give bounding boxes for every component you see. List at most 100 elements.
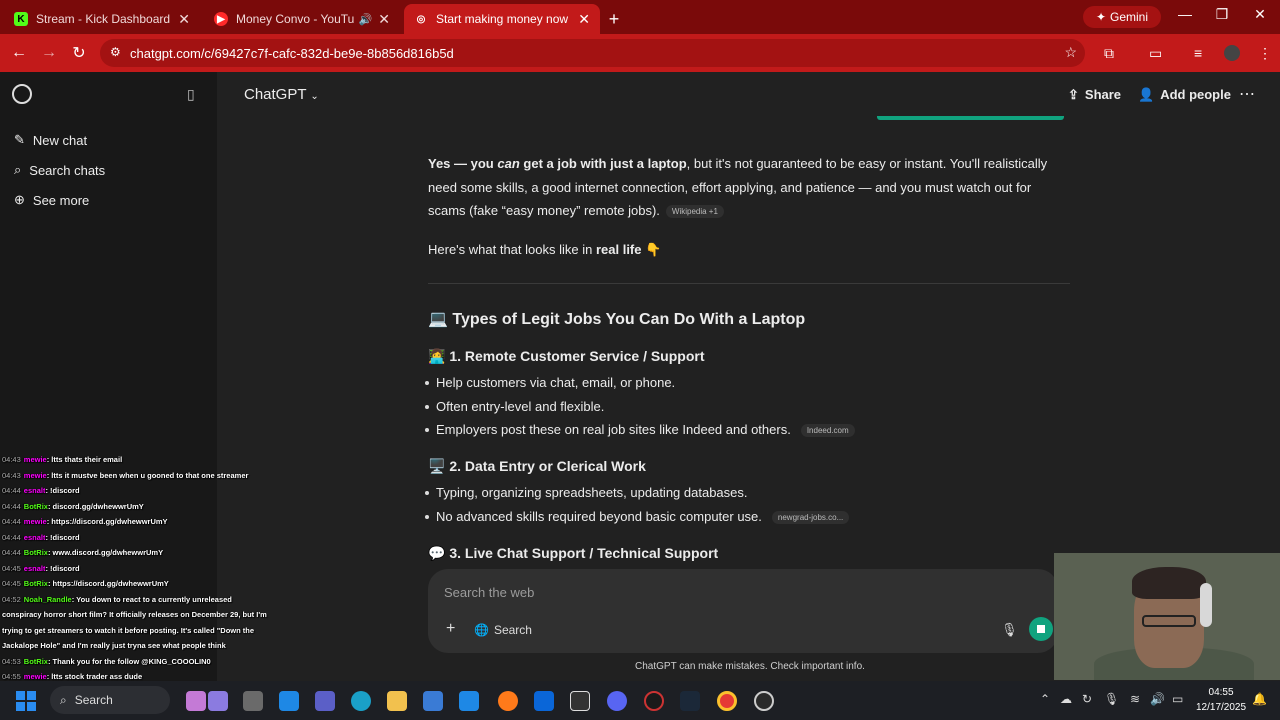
maximize-icon[interactable]: ❐ bbox=[1212, 6, 1232, 23]
citation-chip[interactable]: Indeed.com bbox=[800, 424, 855, 438]
chat-message: trying to get streamers to watch it befo… bbox=[2, 625, 255, 635]
tab-kick-dashboard[interactable]: K Stream - Kick Dashboard ✕ bbox=[4, 4, 200, 34]
firefox-icon[interactable] bbox=[498, 691, 518, 711]
sidebar-item-see-more[interactable]: ⊕ See more bbox=[14, 192, 89, 208]
chevron-up-icon[interactable]: ⌃ bbox=[1040, 692, 1050, 706]
chat-line: 04:44 esnalt: !discord bbox=[2, 486, 80, 495]
assistant-paragraph-2: Here's what that looks like in real life… bbox=[428, 238, 1068, 262]
sidebar-item-label: Search chats bbox=[29, 162, 106, 178]
battery-icon[interactable]: ▭ bbox=[1172, 692, 1183, 706]
forward-icon[interactable]: → bbox=[34, 44, 64, 62]
close-window-icon[interactable]: ✕ bbox=[1250, 6, 1270, 23]
webcam-feed bbox=[1054, 553, 1280, 680]
webcam-hair bbox=[1132, 567, 1206, 599]
tab-youtube[interactable]: ▶ Money Convo - YouTube M 🔊 ✕ bbox=[204, 4, 400, 34]
discord-icon[interactable] bbox=[607, 691, 627, 711]
volume-icon[interactable]: 🔊 bbox=[1150, 692, 1165, 706]
gemini-button[interactable]: ✦ Gemini bbox=[1083, 6, 1161, 28]
url-bar[interactable]: ⚙ chatgpt.com/c/69427c7f-cafc-832d-be9e-… bbox=[100, 39, 1085, 67]
add-people-button[interactable]: 👤 Add people bbox=[1138, 87, 1231, 103]
wifi-icon[interactable]: ≋ bbox=[1130, 692, 1140, 706]
media-icon[interactable]: ≡ bbox=[1194, 45, 1202, 61]
notification-bell-icon[interactable]: 🔔 bbox=[1252, 692, 1267, 706]
taskbar-search[interactable]: ⌕ Search bbox=[50, 686, 170, 714]
openai-logo-icon[interactable] bbox=[12, 84, 32, 104]
chat-timestamp: 04:44 bbox=[2, 548, 21, 557]
chat-line: conspiracy horror short film? It officia… bbox=[2, 610, 267, 619]
model-selector[interactable]: ChatGPT ⌄ bbox=[244, 86, 319, 103]
disclaimer: ChatGPT can make mistakes. Check importa… bbox=[635, 661, 865, 672]
speaker-icon[interactable]: 🔊 bbox=[359, 13, 373, 26]
file-explorer-icon[interactable] bbox=[387, 691, 407, 711]
notion-icon[interactable] bbox=[570, 691, 590, 711]
task-view-icon[interactable] bbox=[243, 691, 263, 711]
chatgpt-app-icon[interactable] bbox=[754, 691, 774, 711]
tray-app-icon[interactable]: ☁ bbox=[1060, 692, 1072, 706]
app-icon[interactable] bbox=[279, 691, 299, 711]
share-button[interactable]: ⇪ Share bbox=[1068, 87, 1121, 103]
chat-message: : ltts it mustve been when u gooned to t… bbox=[46, 470, 249, 480]
windows-taskbar: ⌕ Search ⌃ ☁ ↻ 🎙 ≋ 🔊 ▭ 04:55 12/17/2025 🔔 bbox=[0, 681, 1280, 720]
tab-chatgpt[interactable]: ◎ Start making money now ✕ bbox=[404, 4, 600, 34]
webcam-glasses bbox=[1142, 615, 1196, 627]
citation-chip[interactable]: Wikipedia +1 bbox=[665, 205, 724, 219]
obs-icon[interactable] bbox=[644, 691, 664, 711]
tab-title: Money Convo - YouTube M bbox=[236, 12, 355, 26]
more-options-icon[interactable]: ⋯ bbox=[1239, 84, 1255, 104]
close-tab-icon[interactable]: ✕ bbox=[178, 11, 190, 28]
dropbox-icon[interactable] bbox=[534, 691, 554, 711]
sync-icon[interactable]: ↻ bbox=[1082, 692, 1092, 706]
app-icon[interactable] bbox=[208, 691, 228, 711]
microphone-icon[interactable]: 🎙 bbox=[1104, 692, 1119, 706]
chat-username: esnalt bbox=[23, 563, 46, 573]
close-tab-icon[interactable]: ✕ bbox=[578, 11, 590, 28]
chrome-icon[interactable] bbox=[717, 691, 737, 711]
edge-icon[interactable] bbox=[351, 691, 371, 711]
sidebar-item-search-chats[interactable]: ⌕ Search chats bbox=[14, 162, 105, 178]
clock-date: 12/17/2025 bbox=[1196, 702, 1247, 713]
search-tool-button[interactable]: 🌐 Search bbox=[474, 623, 532, 637]
extensions-icon[interactable]: ⧉ bbox=[1104, 45, 1114, 62]
close-tab-icon[interactable]: ✕ bbox=[378, 11, 390, 28]
chat-timestamp: 04:43 bbox=[2, 470, 21, 480]
chat-username: BotRix bbox=[23, 501, 48, 511]
store-icon[interactable] bbox=[423, 691, 443, 711]
search-icon: ⌕ bbox=[14, 162, 22, 177]
prompt-input[interactable]: Search the web bbox=[444, 585, 534, 600]
browser-menu-icon[interactable]: ⋮ bbox=[1258, 45, 1272, 62]
site-info-icon[interactable]: ⚙ bbox=[110, 45, 121, 59]
voice-mode-button[interactable] bbox=[1029, 617, 1053, 641]
chat-message: : discord.gg/dwhewwrUmY bbox=[47, 501, 144, 511]
clock-time: 04:55 bbox=[1208, 687, 1234, 698]
pencil-icon: ✎ bbox=[14, 132, 25, 147]
plus-circle-icon: ⊕ bbox=[14, 192, 25, 207]
url-text: chatgpt.com/c/69427c7f-cafc-832d-be9e-8b… bbox=[130, 45, 454, 61]
bookmark-star-icon[interactable]: ☆ bbox=[1064, 44, 1077, 61]
sidebar-toggle-icon[interactable]: ▯ bbox=[187, 86, 195, 103]
list-item: Often entry-level and flexible. bbox=[424, 399, 605, 414]
profile-avatar[interactable] bbox=[1224, 45, 1240, 61]
back-icon[interactable]: ← bbox=[4, 44, 34, 62]
minimize-icon[interactable]: — bbox=[1175, 6, 1195, 22]
windows-start-icon[interactable] bbox=[16, 691, 36, 711]
reload-icon[interactable]: ↻ bbox=[64, 43, 94, 63]
assistant-paragraph-1: Yes — you can get a job with just a lapt… bbox=[428, 152, 1068, 223]
microphone-icon[interactable]: 🎙 bbox=[1001, 622, 1018, 638]
citation-chip[interactable]: newgrad-jobs.co... bbox=[771, 511, 850, 525]
taskbar-clock[interactable]: 04:55 12/17/2025 bbox=[1196, 685, 1246, 715]
widgets-icon[interactable] bbox=[186, 691, 206, 711]
attach-plus-icon[interactable]: + bbox=[446, 620, 455, 638]
sidepanel-icon[interactable]: ▭ bbox=[1149, 45, 1162, 62]
teams-icon[interactable] bbox=[315, 691, 335, 711]
new-tab-button[interactable]: + bbox=[600, 4, 628, 34]
chat-username: BotRix bbox=[23, 548, 48, 557]
list-item: No advanced skills required beyond basic… bbox=[424, 509, 850, 525]
steam-icon[interactable] bbox=[680, 691, 700, 711]
chat-timestamp: 04:43 bbox=[2, 455, 21, 464]
sidebar-item-new-chat[interactable]: ✎ New chat bbox=[14, 132, 87, 148]
chat-line: trying to get streamers to watch it befo… bbox=[2, 626, 254, 635]
mail-icon[interactable] bbox=[459, 691, 479, 711]
chat-timestamp: 04:52 bbox=[2, 594, 21, 604]
chat-username: Noah_Randle bbox=[23, 594, 72, 604]
chat-line: 04:45 esnalt: !discord bbox=[2, 564, 80, 573]
